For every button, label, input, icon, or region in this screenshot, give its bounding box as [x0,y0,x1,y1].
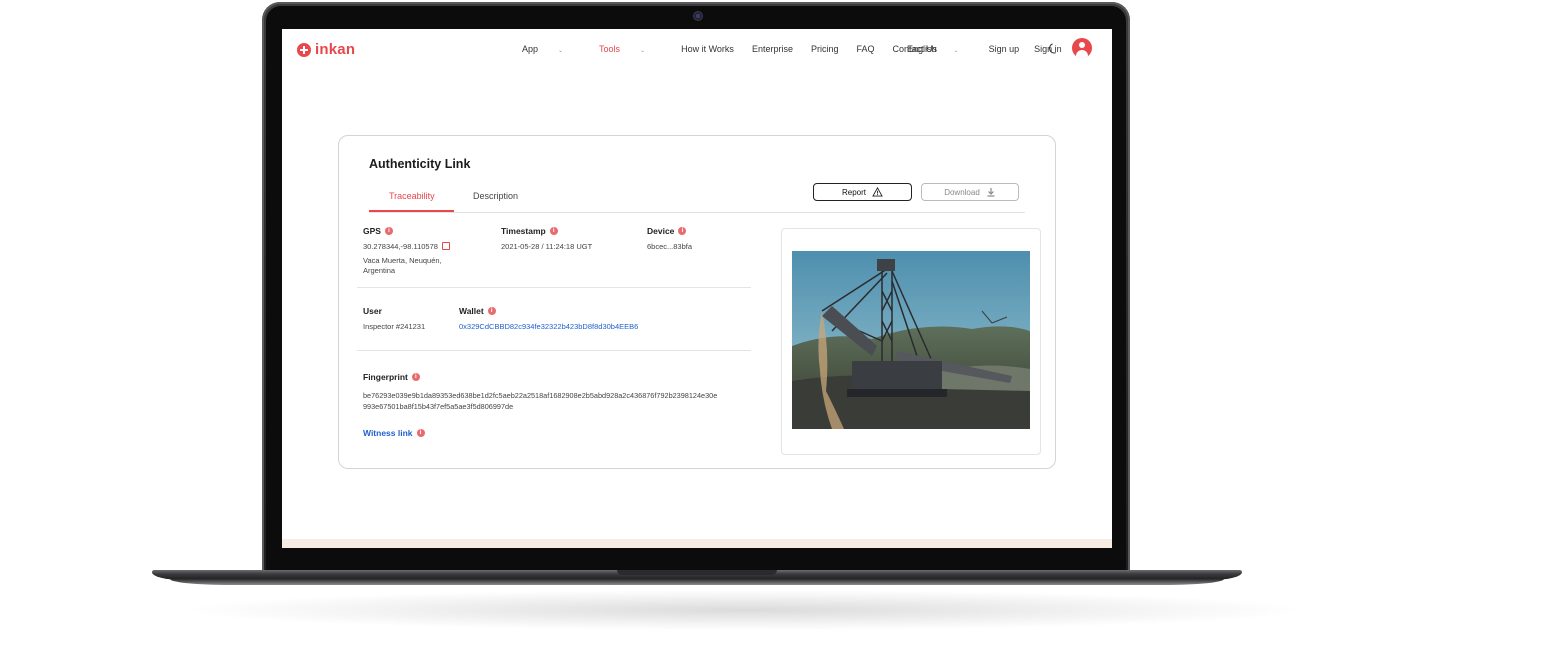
user-label: User [363,306,382,316]
language-label: English [907,44,937,54]
chevron-down-icon: ⌄ [640,48,646,54]
report-button[interactable]: Report [813,183,912,201]
nav-item-label: Tools [599,44,621,54]
footer-band [282,539,1112,548]
timestamp-label-text: Timestamp [501,226,546,236]
info-icon[interactable]: i [416,429,425,437]
user-value: Inspector #241231 [363,322,426,331]
download-button[interactable]: Download [921,183,1019,201]
divider [357,350,751,351]
timestamp-label: Timestamp i [501,226,558,236]
laptop-base-lip [170,579,1224,585]
fingerprint-label: Fingerprint i [363,372,420,382]
tab-description[interactable]: Description [473,191,518,201]
moon-icon[interactable] [1047,42,1060,55]
nav-item-app[interactable]: App ⌄ [522,44,581,54]
wallet-label: Wallet i [459,306,496,316]
laptop-shadow [190,590,1300,630]
report-label: Report [841,187,866,197]
gps-label: GPS i [363,226,393,236]
nav-links: App ⌄ Tools ⌄ How it Works Enterprise Pric… [522,44,955,54]
logo[interactable]: inkan [297,41,355,58]
device-label: Device i [647,226,687,236]
authenticity-card: Authenticity Link Traceability Descripti… [338,135,1056,469]
nav-item-label: App [522,44,539,54]
sign-up-link[interactable]: Sign up [989,44,1020,54]
nav-item-how-it-works[interactable]: How it Works [681,44,734,54]
language-selector[interactable]: English ⌄ [907,44,974,54]
witness-link-row: Witness link i [363,428,425,438]
gps-coords: 30.278344,-98.110578 [363,242,450,251]
fingerprint-line1: be76293e039e9b1da89353ed638be1d2fc5aeb22… [363,391,718,400]
tab-traceability[interactable]: Traceability [389,191,435,201]
wallet-address-link[interactable]: 0x329CdCBBD82c934fe32322b423bD8f8d30b4EE… [459,322,638,331]
device-label-text: Device [647,226,675,236]
logo-icon [297,42,311,57]
info-icon[interactable]: i [411,373,420,381]
fingerprint-line2: 993e67501ba8f15b43f7ef5a5ae3f5d806997de [363,402,514,411]
info-icon[interactable]: i [384,227,393,235]
nav-item-faq[interactable]: FAQ [856,44,874,54]
top-nav: inkan App ⌄ Tools ⌄ How it Works Enterpris… [282,29,1112,69]
gps-label-text: GPS [363,226,381,236]
gps-place-line2: Argentina [363,266,396,275]
warning-icon [872,187,883,197]
info-icon[interactable]: i [678,227,687,235]
mining-excavator-photo[interactable] [792,251,1030,429]
divider [357,287,751,288]
info-icon[interactable]: i [487,307,496,315]
screen: inkan App ⌄ Tools ⌄ How it Works Enterpris… [282,29,1112,548]
card-title: Authenticity Link [369,157,471,171]
copy-icon[interactable] [441,242,450,250]
download-icon [987,188,995,197]
gps-coords-text: 30.278344,-98.110578 [363,242,438,251]
nav-item-pricing[interactable]: Pricing [811,44,839,54]
active-tab-indicator [369,210,454,212]
fingerprint-label-text: Fingerprint [363,372,408,382]
timestamp-value: 2021-05-28 / 11:24:18 UGT [501,242,593,251]
user-label-text: User [363,306,382,316]
device-value: 6bcec...83bfa [647,242,693,251]
witness-link[interactable]: Witness link [363,428,413,438]
wallet-label-text: Wallet [459,306,484,316]
user-avatar-icon[interactable] [1072,38,1092,58]
laptop-notch [617,570,777,575]
nav-item-tools[interactable]: Tools ⌄ [599,44,663,54]
camera-icon [694,12,702,20]
info-icon[interactable]: i [549,227,558,235]
nav-item-enterprise[interactable]: Enterprise [752,44,793,54]
chevron-down-icon: ⌄ [953,48,959,54]
photo-frame [781,228,1041,455]
logo-text: inkan [315,41,356,58]
download-label: Download [944,187,980,197]
chevron-down-icon: ⌄ [558,48,564,54]
gps-place-line1: Vaca Muerta, Neuquén, [363,256,442,265]
